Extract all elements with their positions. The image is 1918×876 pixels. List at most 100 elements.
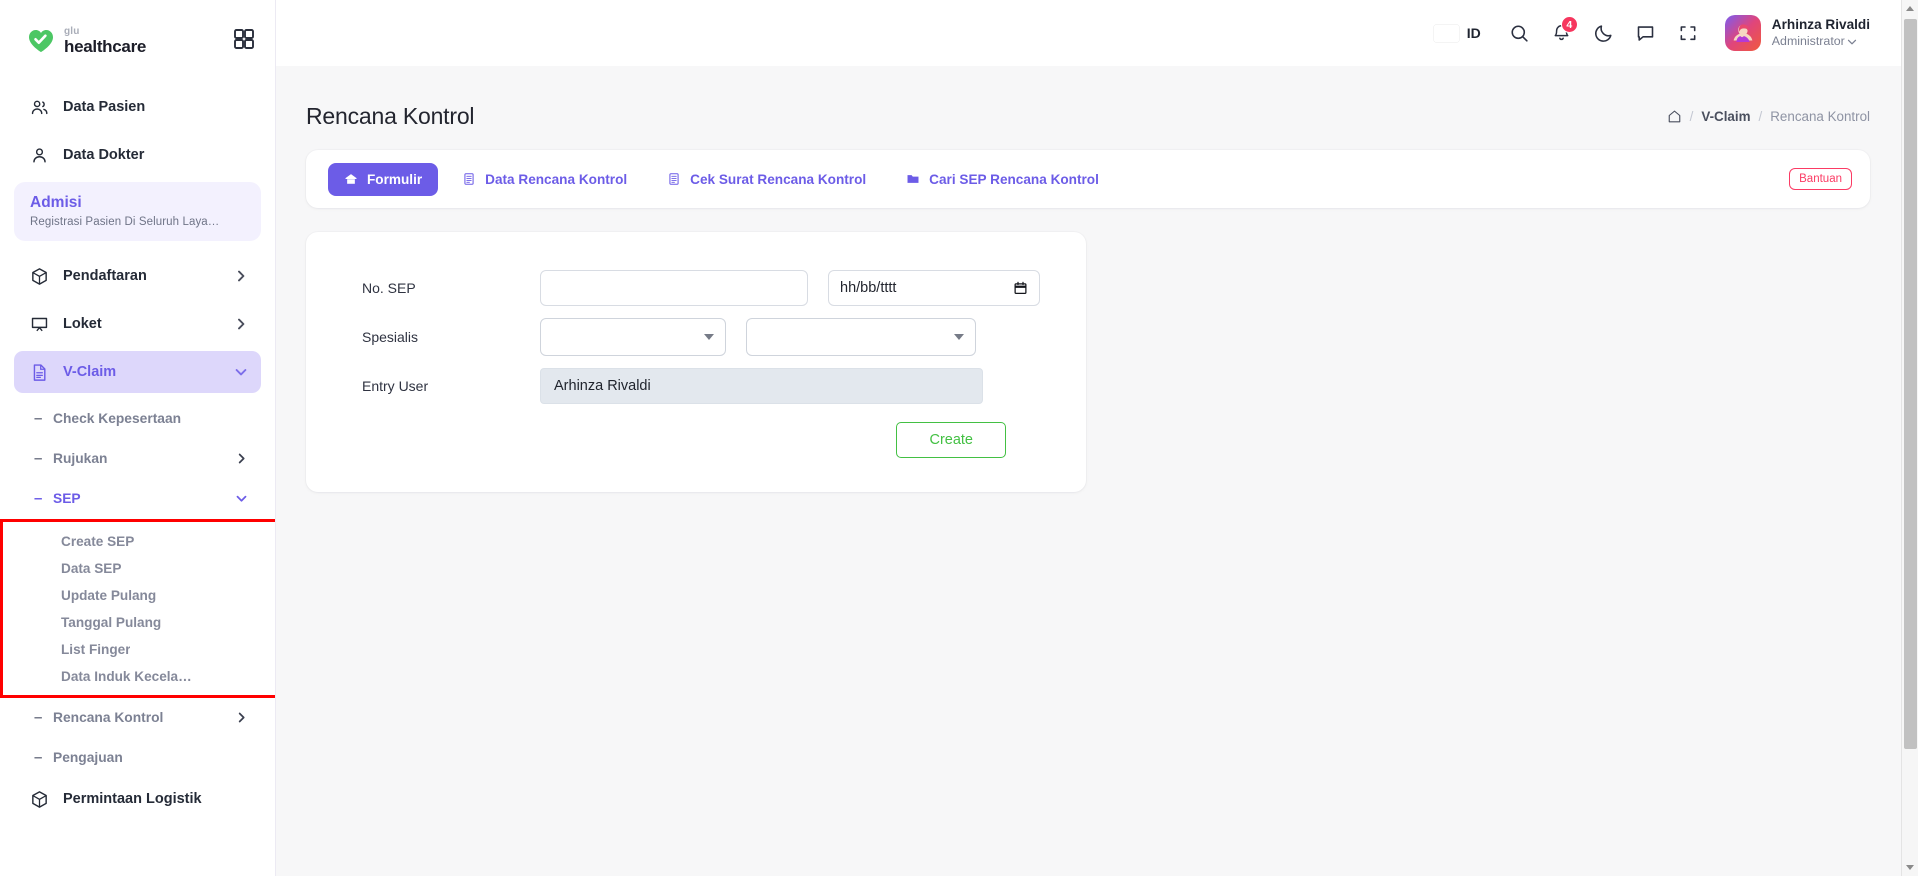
calendar-icon[interactable]	[1013, 280, 1028, 296]
box-icon	[32, 267, 47, 285]
sidebar-item-label: Pendaftaran	[63, 268, 147, 284]
rencana-kontrol-form: No. SEP hh/bb/tttt Spesialis Entry User …	[306, 232, 1086, 492]
sidebar-subitem-label: Data Induk Kecela…	[61, 669, 192, 684]
sidebar-subitem-sep[interactable]: – SEP	[14, 479, 261, 517]
moon-icon[interactable]	[1583, 12, 1625, 54]
no-sep-label: No. SEP	[362, 280, 416, 296]
sidebar: glu healthcare Data Pasien Data Dokter A…	[0, 0, 276, 876]
sidebar-item-data-pasien[interactable]: Data Pasien	[14, 86, 261, 128]
sidebar-item-permintaan-logistik[interactable]: Permintaan Logistik	[14, 778, 261, 820]
sidebar-item-label: Loket	[63, 316, 102, 332]
entry-user-field: Arhinza Rivaldi	[540, 368, 983, 404]
sidebar-subitem-list-finger[interactable]: List Finger	[14, 636, 261, 663]
top-header: ID 4 Arhinza Rivaldi Administrator	[276, 0, 1918, 66]
box-icon	[32, 790, 47, 808]
breadcrumb-item-vclaim[interactable]: V-Claim	[1701, 109, 1750, 124]
tab-cari-sep-rencana-kontrol[interactable]: Cari SEP Rencana Kontrol	[890, 163, 1115, 196]
chevron-right-icon	[238, 318, 245, 330]
tab-formulir[interactable]: Formulir	[328, 162, 439, 196]
admisi-promo-card[interactable]: Admisi Registrasi Pasien Di Seluruh Laya…	[14, 182, 261, 241]
page-title: Rencana Kontrol	[306, 102, 475, 129]
brand-title: healthcare	[64, 37, 147, 56]
document-icon	[33, 363, 46, 381]
sidebar-subitem-tanggal-pulang[interactable]: Tanggal Pulang	[14, 609, 261, 636]
list-icon	[669, 173, 679, 185]
sidebar-subitem-label: Data SEP	[61, 561, 122, 576]
form-row-entry-user: Entry User Arhinza Rivaldi	[362, 368, 1046, 404]
scroll-up-button[interactable]	[1902, 0, 1918, 17]
home-icon	[345, 174, 357, 184]
dash-marker: –	[34, 409, 43, 427]
search-icon[interactable]	[1499, 12, 1541, 54]
list-icon	[464, 173, 474, 185]
form-row-spesialis: Spesialis	[362, 318, 1046, 356]
chevron-down-icon	[235, 369, 247, 376]
breadcrumb-item-current: Rencana Kontrol	[1770, 108, 1870, 124]
entry-user-label: Entry User	[362, 378, 429, 394]
tab-data-rencana-kontrol[interactable]: Data Rencana Kontrol	[446, 163, 643, 196]
sidebar-item-pendaftaran[interactable]: Pendaftaran	[14, 255, 261, 297]
notifications-bell-icon[interactable]: 4	[1541, 12, 1583, 54]
sidebar-subitem-label: Rencana Kontrol	[53, 709, 164, 725]
tab-label: Formulir	[367, 171, 423, 187]
sidebar-item-label: Permintaan Logistik	[63, 791, 202, 807]
monitor-icon	[31, 317, 48, 331]
dash-marker: –	[34, 449, 43, 467]
sidebar-item-label: Data Dokter	[63, 147, 145, 163]
heart-check-icon	[29, 30, 53, 52]
user-role: Administrator	[1772, 34, 1870, 50]
avatar	[1724, 15, 1761, 51]
tab-cek-surat-rencana-kontrol[interactable]: Cek Surat Rencana Kontrol	[651, 163, 882, 196]
sidebar-subitem-update-pulang[interactable]: Update Pulang	[14, 582, 261, 609]
sidebar-subitem-rujukan[interactable]: – Rujukan	[14, 439, 261, 477]
sep-submenu: Create SEP Data SEP Update Pulang Tangga…	[0, 519, 275, 698]
user-icon	[33, 147, 46, 163]
caret-down-icon	[954, 334, 964, 340]
user-menu[interactable]: Arhinza Rivaldi Administrator	[1724, 15, 1870, 51]
sidebar-subitem-label: List Finger	[61, 642, 131, 657]
chevron-down-icon	[236, 495, 247, 502]
sidebar-subitem-rencana-kontrol[interactable]: – Rencana Kontrol	[14, 698, 261, 736]
indonesia-flag-icon	[1434, 25, 1459, 42]
dash-marker: –	[34, 708, 43, 726]
home-icon[interactable]	[1667, 109, 1682, 124]
no-sep-input[interactable]	[540, 270, 808, 306]
notification-badge: 4	[1560, 16, 1578, 33]
date-input[interactable]: hh/bb/tttt	[828, 270, 1040, 306]
sidebar-nav: Data Pasien Data Dokter Admisi Registras…	[0, 82, 275, 820]
scroll-down-button[interactable]	[1902, 859, 1918, 876]
admisi-subtitle: Registrasi Pasien Di Seluruh Laya…	[30, 216, 220, 228]
date-placeholder: hh/bb/tttt	[840, 280, 897, 296]
sidebar-subitem-label: Create SEP	[61, 534, 135, 549]
folder-icon	[907, 175, 919, 183]
sidebar-subitem-data-induk-kecelakaan[interactable]: Data Induk Kecela…	[14, 663, 261, 690]
chevron-right-icon	[238, 453, 245, 463]
spesialis-select-2[interactable]	[746, 318, 976, 356]
language-code: ID	[1466, 25, 1481, 41]
sidebar-subitem-pengajuan[interactable]: – Pengajuan	[14, 738, 261, 776]
sidebar-item-data-dokter[interactable]: Data Dokter	[14, 134, 261, 176]
sidebar-subitem-create-sep[interactable]: Create SEP	[14, 528, 261, 555]
grid-icon[interactable]	[232, 27, 256, 51]
tab-list: Formulir Data Rencana Kontrol Cek Surat …	[328, 162, 1115, 196]
tab-label: Cek Surat Rencana Kontrol	[690, 171, 867, 187]
chat-icon[interactable]	[1625, 12, 1667, 54]
language-switcher[interactable]: ID	[1434, 25, 1481, 42]
spesialis-select-1[interactable]	[540, 318, 726, 356]
dash-marker: –	[34, 489, 43, 507]
form-row-no-sep: No. SEP hh/bb/tttt	[362, 270, 1046, 306]
scrollbar-thumb[interactable]	[1904, 19, 1917, 749]
sidebar-subitem-check-kepesertaan[interactable]: – Check Kepesertaan	[14, 399, 261, 437]
help-badge[interactable]: Bantuan	[1789, 168, 1852, 190]
spesialis-label: Spesialis	[362, 329, 419, 345]
create-button[interactable]: Create	[896, 422, 1006, 458]
sidebar-item-vclaim[interactable]: V-Claim	[14, 351, 261, 393]
sidebar-subitem-data-sep[interactable]: Data SEP	[14, 555, 261, 582]
user-role-label: Administrator	[1771, 34, 1845, 49]
main-content: Rencana Kontrol / V-Claim / Rencana Kont…	[276, 66, 1918, 876]
fullscreen-icon[interactable]	[1667, 12, 1709, 54]
sidebar-item-loket[interactable]: Loket	[14, 303, 261, 345]
breadcrumb-separator: /	[1689, 108, 1694, 124]
breadcrumb-separator: /	[1758, 108, 1763, 124]
page-scrollbar[interactable]	[1901, 0, 1918, 876]
